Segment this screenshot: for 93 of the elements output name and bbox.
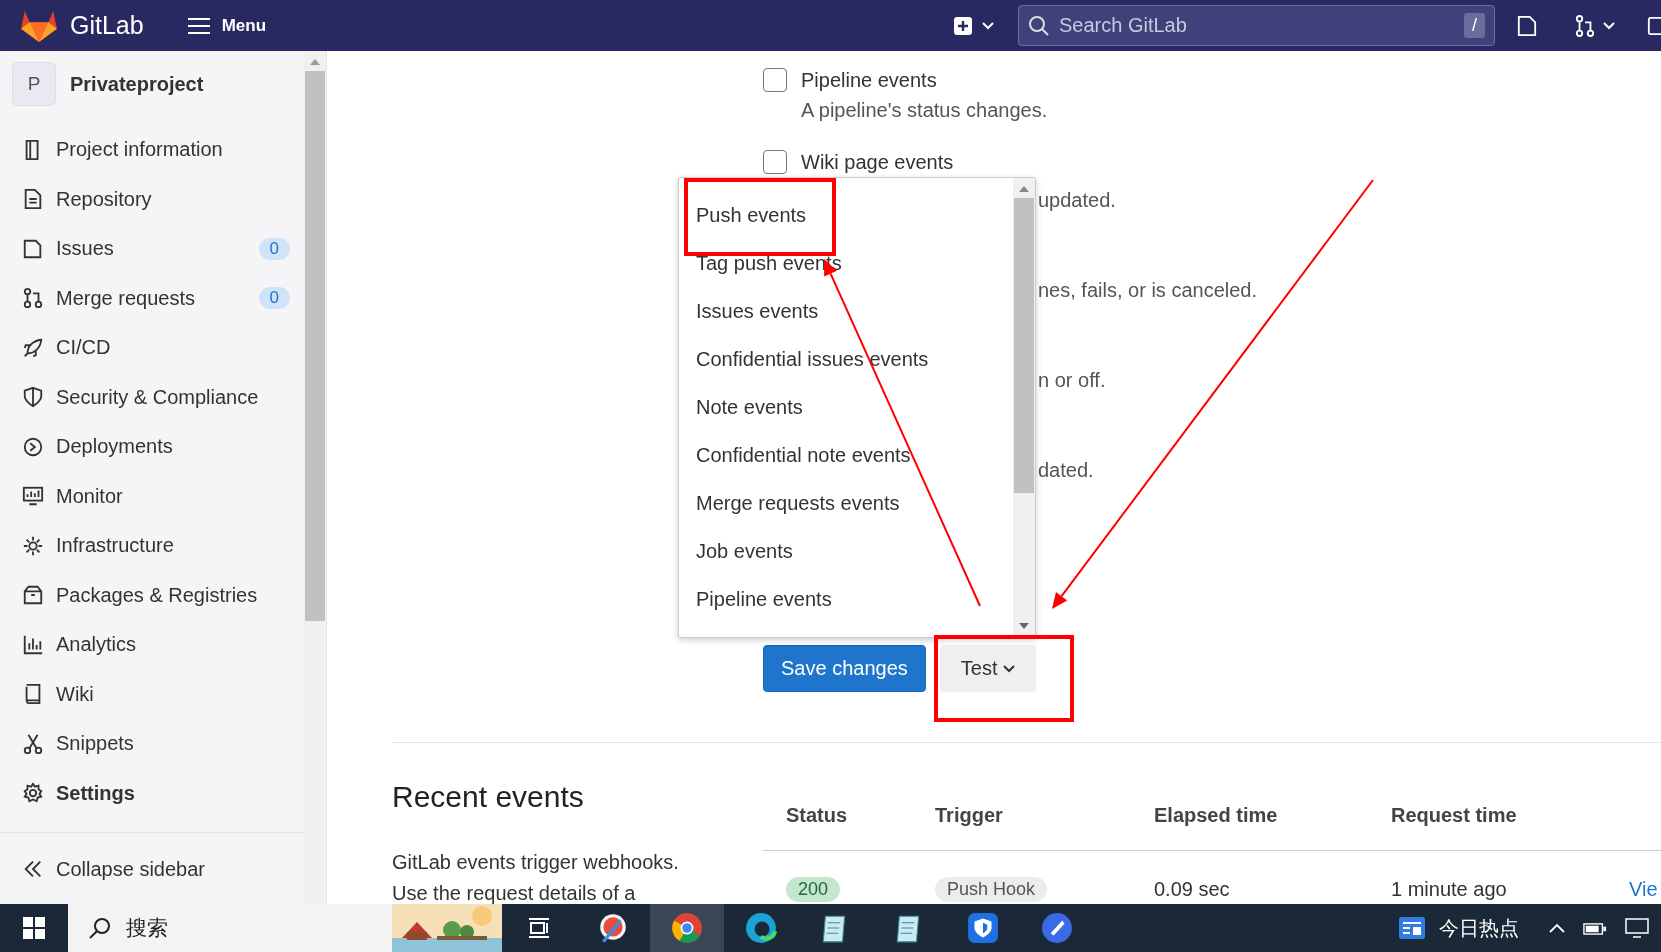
column-header: Elapsed time [1131, 780, 1368, 851]
view-link[interactable]: Vie [1629, 877, 1658, 901]
nav-item[interactable]: Issues 0 [0, 224, 304, 274]
chevron-up-icon [1549, 923, 1565, 933]
nav-item[interactable]: Monitor [0, 471, 304, 521]
shortcut-key: / [1464, 13, 1485, 38]
checkbox[interactable] [763, 68, 787, 92]
table-cell-text: 0.09 sec [1153, 876, 1231, 902]
package-icon [22, 584, 44, 607]
nav-item[interactable]: Deployments [0, 422, 304, 472]
app-icon [1041, 912, 1073, 944]
menu-item[interactable]: Push events [679, 191, 1013, 239]
browser-icon [671, 912, 703, 944]
nav-item[interactable]: Snippets [0, 719, 304, 769]
scissors-icon [22, 732, 44, 755]
gear-icon [22, 534, 44, 557]
project-name[interactable]: Privateproject [70, 72, 204, 96]
count-badge: 0 [258, 237, 290, 260]
column-header: Status [763, 780, 912, 851]
taskbar-search-field[interactable]: 搜索 [68, 904, 392, 952]
scrollbar[interactable] [304, 51, 326, 904]
battery-icon [1583, 920, 1607, 936]
chevron-down-icon [1603, 21, 1615, 30]
scroll-up-icon [310, 59, 320, 65]
app-name: GitLab [70, 11, 144, 40]
save-changes-button[interactable]: Save changes [763, 645, 926, 692]
nav-item[interactable]: Analytics [0, 620, 304, 670]
monitor-icon [22, 485, 44, 508]
event-description: n or off. [1038, 368, 1107, 393]
menu-button[interactable]: Menu [183, 11, 271, 40]
merge-request-icon [22, 287, 44, 310]
scroll-down-icon [1019, 623, 1029, 629]
count-badge: 0 [258, 287, 290, 310]
nav-item[interactable]: Infrastructure [0, 521, 304, 571]
plus-icon [954, 16, 972, 35]
menu-item[interactable]: Confidential note events [679, 431, 1013, 479]
nav-item[interactable]: Merge requests 0 [0, 273, 304, 323]
issue-icon [22, 237, 44, 260]
scrollbar[interactable] [1013, 178, 1035, 637]
task-view-icon [527, 916, 551, 940]
checkbox-label: Pipeline events [801, 68, 937, 92]
nav-item[interactable]: Repository [0, 174, 304, 224]
menu-icon [187, 17, 210, 34]
shield-icon [967, 912, 999, 944]
nav-item[interactable]: Security & Compliance [0, 372, 304, 422]
event-description: nes, fails, or is canceled. [1038, 278, 1258, 303]
rocket-icon [22, 336, 44, 359]
browser-icon [745, 912, 777, 944]
checkbox[interactable] [763, 150, 787, 174]
chevron-down-icon [982, 21, 994, 30]
checkbox-label: Wiki page events [801, 150, 954, 174]
event-description: dated. [1038, 458, 1095, 483]
collapse-sidebar-button[interactable]: Collapse sidebar [0, 844, 304, 894]
trigger-badge: Push Hook [935, 876, 1048, 902]
menu-item[interactable]: Issues events [679, 287, 1013, 335]
event-description: updated. [1038, 188, 1117, 213]
todo-icon [1647, 15, 1661, 36]
search-icon [88, 916, 112, 940]
settings-icon [22, 782, 44, 805]
menu-item[interactable]: Merge requests events [679, 479, 1013, 527]
section-description: GitLab events trigger webhooks. Use the request details of a [392, 850, 680, 904]
issue-icon [1517, 14, 1537, 37]
brush-icon [597, 912, 629, 944]
column-header: Request time [1368, 780, 1611, 851]
shield-icon [22, 386, 44, 409]
menu-item[interactable]: Job events [679, 527, 1013, 575]
table-cell-text: 1 minute ago [1390, 876, 1508, 902]
monitor-icon [1625, 918, 1649, 938]
merge-request-icon [1575, 14, 1595, 37]
nav-item[interactable]: Packages & Registries [0, 570, 304, 620]
column-header: Trigger [912, 780, 1131, 851]
search-icon [1028, 15, 1050, 37]
deploy-icon [22, 435, 44, 458]
event-description: A pipeline's status changes. [801, 98, 1049, 123]
chart-icon [22, 633, 44, 656]
news-icon [1399, 917, 1425, 939]
news-button[interactable]: 今日热点 [1389, 904, 1529, 952]
project-avatar[interactable]: P [12, 62, 56, 106]
browser-button[interactable] [650, 904, 724, 952]
test-dropdown-button[interactable]: Test [939, 645, 1037, 692]
menu-item[interactable]: Confidential issues events [679, 335, 1013, 383]
menu-item[interactable]: Note events [679, 383, 1013, 431]
status-badge: 200 [786, 876, 841, 902]
section-heading: Recent events [392, 782, 585, 812]
scroll-up-icon [1019, 186, 1029, 192]
nav-item[interactable]: Project information [0, 125, 304, 175]
document-icon [22, 188, 44, 211]
nav-item[interactable]: CI/CD [0, 323, 304, 373]
nav-item[interactable]: Wiki [0, 669, 304, 719]
chevron-down-icon [1003, 664, 1016, 673]
menu-item[interactable]: Pipeline events [679, 575, 1013, 623]
nav-item[interactable]: Settings [0, 768, 304, 818]
windows-logo-icon [23, 917, 45, 939]
